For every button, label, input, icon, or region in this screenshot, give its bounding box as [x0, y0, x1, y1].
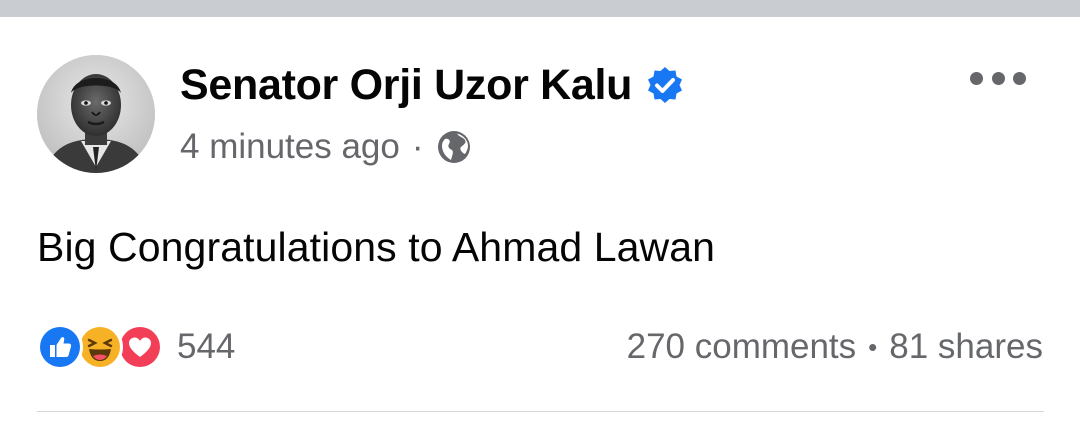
post-body-text: Big Congratulations to Ahmad Lawan: [37, 224, 716, 270]
reaction-count: 544: [177, 327, 236, 366]
comments-count-link[interactable]: 270 comments: [627, 327, 857, 367]
author-name-link[interactable]: Senator Orji Uzor Kalu: [180, 61, 632, 110]
shares-count-link[interactable]: 81 shares: [889, 327, 1043, 367]
action-bar-divider: [37, 411, 1044, 412]
more-dot: [991, 71, 1005, 85]
like-reaction-icon: [37, 324, 83, 370]
more-dot: [970, 71, 983, 85]
love-reaction-icon: [117, 324, 163, 370]
globe-icon[interactable]: [436, 129, 472, 165]
stats-separator: •: [868, 331, 878, 362]
haha-reaction-icon: [77, 324, 123, 370]
feed-separator-bar: [0, 0, 1080, 17]
more-options-icon[interactable]: [970, 62, 1026, 94]
post-timestamp-link[interactable]: 4 minutes ago: [180, 127, 400, 167]
verified-badge-icon: [646, 66, 684, 104]
author-avatar[interactable]: [37, 55, 155, 173]
portrait-image: [37, 55, 155, 173]
meta-separator: ·: [411, 127, 424, 166]
reaction-summary[interactable]: 544: [37, 324, 235, 370]
more-dot: [1013, 71, 1026, 85]
